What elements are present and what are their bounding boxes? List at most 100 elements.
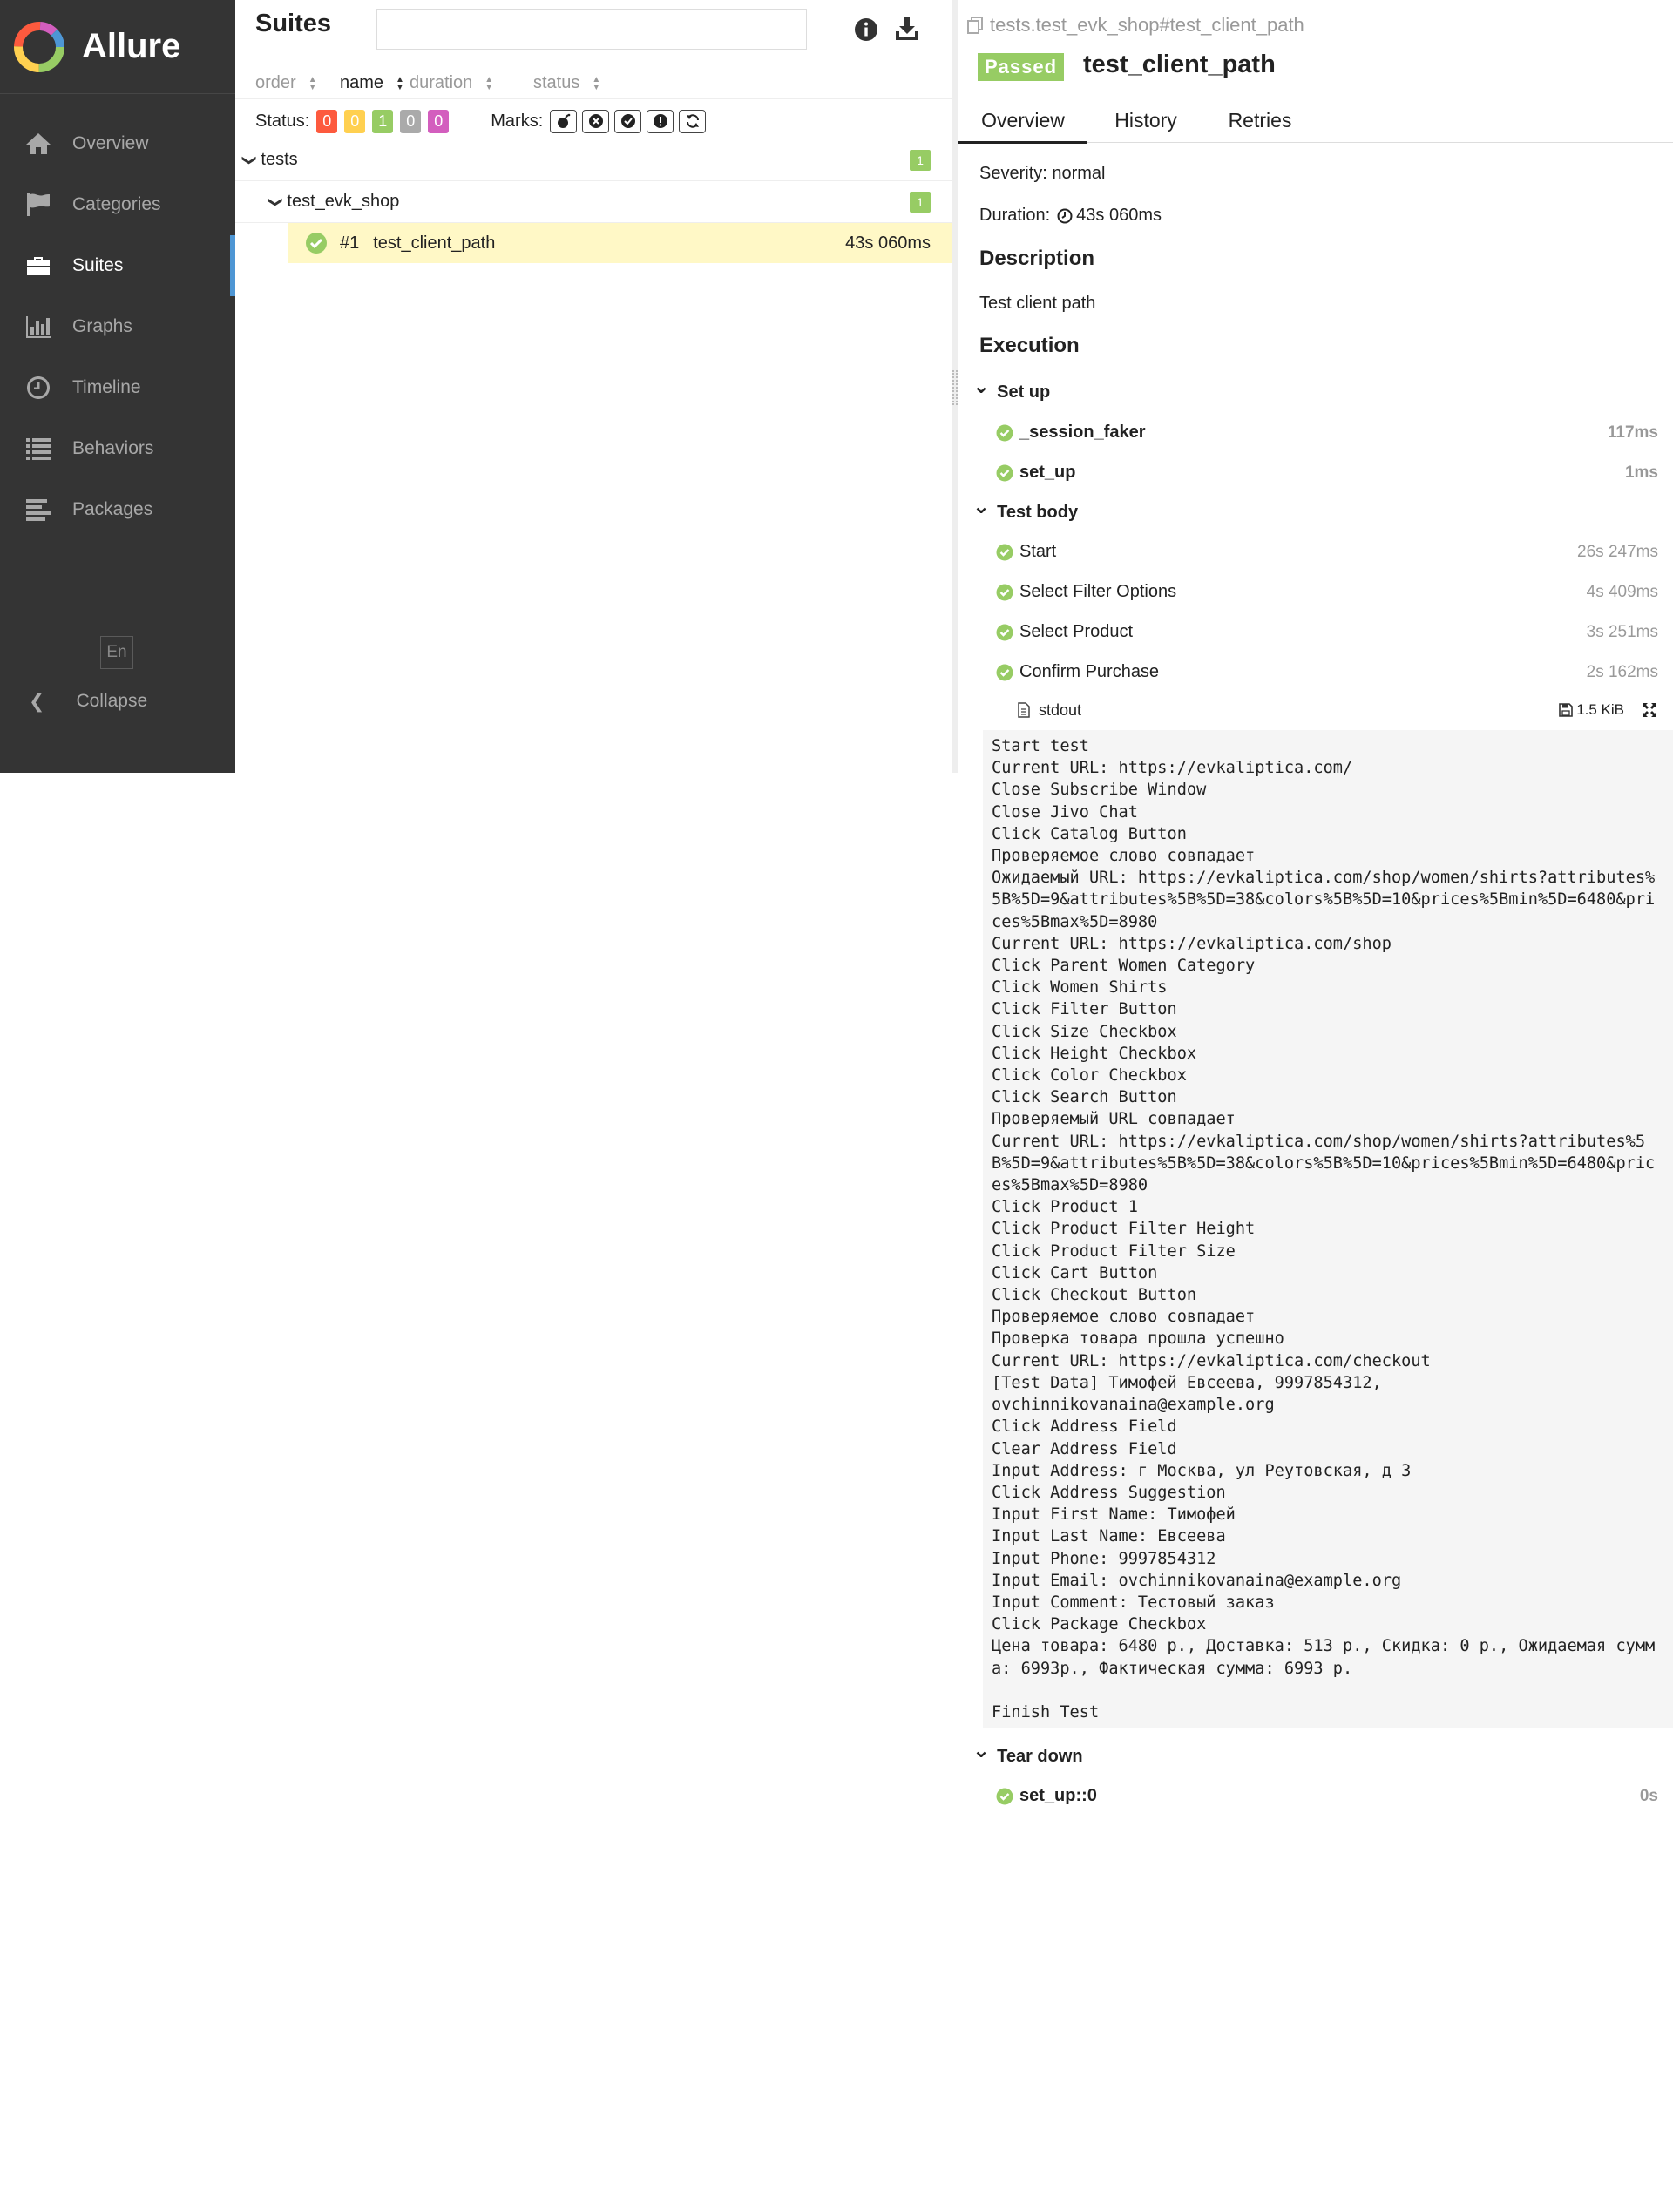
duration-label: Duration: <box>979 206 1051 225</box>
step-row[interactable]: _session_faker 117ms <box>996 423 1658 443</box>
sidebar-item-overview[interactable]: Overview <box>0 113 235 174</box>
sidebar-item-label: Overview <box>72 133 149 153</box>
clock-icon <box>24 373 53 402</box>
filter-bar: Status: 0 0 1 0 0 Marks: <box>255 108 711 134</box>
sidebar-item-behaviors[interactable]: Behaviors <box>0 418 235 479</box>
step-row[interactable]: Select Product 3s 251ms <box>996 622 1658 642</box>
severity-line: Severity: normal <box>979 164 1106 183</box>
test-body-group-toggle[interactable]: ⌄ Test body <box>972 497 1079 523</box>
step-duration: 1ms <box>1624 463 1658 482</box>
test-index: #1 <box>340 233 360 253</box>
step-row[interactable]: Select Filter Options 4s 409ms <box>996 582 1658 602</box>
sort-bar: order ▲ ▼ name ▲ ▼ duration ▲ ▼ status ▲ ▼ <box>235 73 952 99</box>
language-switch[interactable]: En <box>100 636 133 669</box>
search-input[interactable] <box>376 9 807 50</box>
step-duration: 26s 247ms <box>1577 542 1658 561</box>
chevron-left-icon: ❮ <box>29 690 45 712</box>
new-broken-mark-toggle[interactable] <box>647 109 674 133</box>
info-icon[interactable] <box>854 17 878 42</box>
step-name: set_up <box>1019 463 1076 482</box>
download-icon[interactable] <box>894 16 920 42</box>
test-title: test_client_path <box>1083 51 1276 78</box>
collapse-button[interactable]: ❮ Collapse <box>0 680 147 723</box>
step-duration: 4s 409ms <box>1586 582 1658 601</box>
test-duration: 43s 060ms <box>845 233 931 253</box>
step-name: _session_faker <box>1019 423 1146 442</box>
sort-by-duration[interactable]: duration ▲ ▼ <box>410 73 493 93</box>
passed-status-icon <box>996 1788 1013 1804</box>
breadcrumb[interactable]: tests.test_evk_shop#test_client_path <box>965 14 1304 37</box>
teardown-group-toggle[interactable]: ⌄ Tear down <box>972 1741 1083 1767</box>
tree-group-label: tests <box>261 150 298 169</box>
stdout-attachment-content: Start test Current URL: https://evkalipt… <box>983 730 1673 1728</box>
sort-label: duration <box>410 73 473 92</box>
copy-icon[interactable] <box>965 16 985 35</box>
description-heading: Description <box>979 247 1095 270</box>
sort-by-status[interactable]: status ▲ ▼ <box>533 73 600 93</box>
status-failed-toggle[interactable]: 0 <box>316 109 338 133</box>
attachment-size: 1.5 KiB <box>1559 701 1624 719</box>
tab-retries[interactable]: Retries <box>1218 98 1302 143</box>
collapse-label: Collapse <box>76 691 148 711</box>
chevron-down-icon: ⌄ <box>972 1739 991 1762</box>
duration-value: 43s 060ms <box>1076 206 1162 225</box>
new-passed-mark-toggle[interactable] <box>614 109 642 133</box>
duration-line: Duration: 43s 060ms <box>979 206 1162 226</box>
sidebar-item-label: Timeline <box>72 377 141 397</box>
status-broken-toggle[interactable]: 0 <box>344 109 366 133</box>
attachment-size-value: 1.5 KiB <box>1576 701 1624 718</box>
breadcrumb-text: tests.test_evk_shop#test_client_path <box>990 14 1304 36</box>
tree-group-tests[interactable]: ❯ tests 1 <box>235 139 952 181</box>
sidebar-item-timeline[interactable]: Timeline <box>0 357 235 418</box>
test-case-row[interactable]: #1 test_client_path 43s 060ms <box>288 223 952 263</box>
sort-by-name[interactable]: name ▲ ▼ <box>340 73 404 93</box>
sidebar-item-label: Packages <box>72 499 153 519</box>
step-group-label: Set up <box>997 382 1051 402</box>
step-row[interactable]: set_up::0 0s <box>996 1786 1658 1806</box>
tree-group-test-evk-shop[interactable]: ❯ test_evk_shop 1 <box>235 181 952 223</box>
expand-icon[interactable] <box>1642 702 1657 718</box>
status-passed-toggle[interactable]: 1 <box>372 109 394 133</box>
step-row[interactable]: Start 26s 247ms <box>996 542 1658 562</box>
list-icon <box>24 434 53 463</box>
flaky-icon <box>557 113 571 128</box>
pane-resize-handle[interactable] <box>952 0 958 773</box>
sort-arrows-icon: ▲ ▼ <box>592 74 601 92</box>
drag-grip-icon <box>952 370 958 405</box>
tab-history[interactable]: History <box>1102 98 1189 143</box>
tab-overview[interactable]: Overview <box>958 98 1087 144</box>
save-icon[interactable] <box>1559 703 1573 717</box>
sidebar-item-graphs[interactable]: Graphs <box>0 296 235 357</box>
clock-icon <box>1057 208 1073 223</box>
sort-label: status <box>533 73 580 92</box>
passed-status-icon <box>996 624 1013 640</box>
step-name: set_up::0 <box>1019 1786 1097 1805</box>
setup-group-toggle[interactable]: ⌄ Set up <box>972 376 1051 402</box>
chevron-down-icon: ⌄ <box>972 495 991 518</box>
stdout-text: Start test Current URL: https://evkalipt… <box>992 737 1656 1722</box>
bar-chart-icon <box>24 312 53 342</box>
step-row[interactable]: set_up 1ms <box>996 463 1658 483</box>
new-broken-icon <box>653 114 667 128</box>
passed-status-icon <box>306 233 327 254</box>
allure-logo-icon <box>14 21 64 72</box>
attachment-row[interactable]: stdout 1.5 KiB <box>1016 698 1661 722</box>
new-failed-mark-toggle[interactable] <box>582 109 610 133</box>
step-row[interactable]: Confirm Purchase 2s 162ms <box>996 662 1658 682</box>
sort-label: order <box>255 73 296 92</box>
sidebar-item-packages[interactable]: Packages <box>0 479 235 540</box>
suites-pane: Suites order ▲ ▼ name ▲ ▼ duration ▲ ▼ stat… <box>235 0 952 773</box>
status-unknown-toggle[interactable]: 0 <box>428 109 450 133</box>
execution-heading: Execution <box>979 334 1080 357</box>
retries-status-change-mark-toggle[interactable] <box>679 109 707 133</box>
sort-by-order[interactable]: order ▲ ▼ <box>255 73 317 93</box>
chevron-down-icon: ❯ <box>241 153 257 166</box>
step-group-label: Test body <box>997 502 1079 522</box>
sidebar-item-categories[interactable]: Categories <box>0 174 235 235</box>
status-skipped-toggle[interactable]: 0 <box>400 109 422 133</box>
flaky-mark-toggle[interactable] <box>550 109 578 133</box>
test-name: test_client_path <box>373 233 496 253</box>
brand[interactable]: Allure <box>0 0 235 94</box>
sidebar-item-suites[interactable]: Suites <box>0 235 235 296</box>
sort-arrows-icon: ▲ ▼ <box>396 74 404 92</box>
